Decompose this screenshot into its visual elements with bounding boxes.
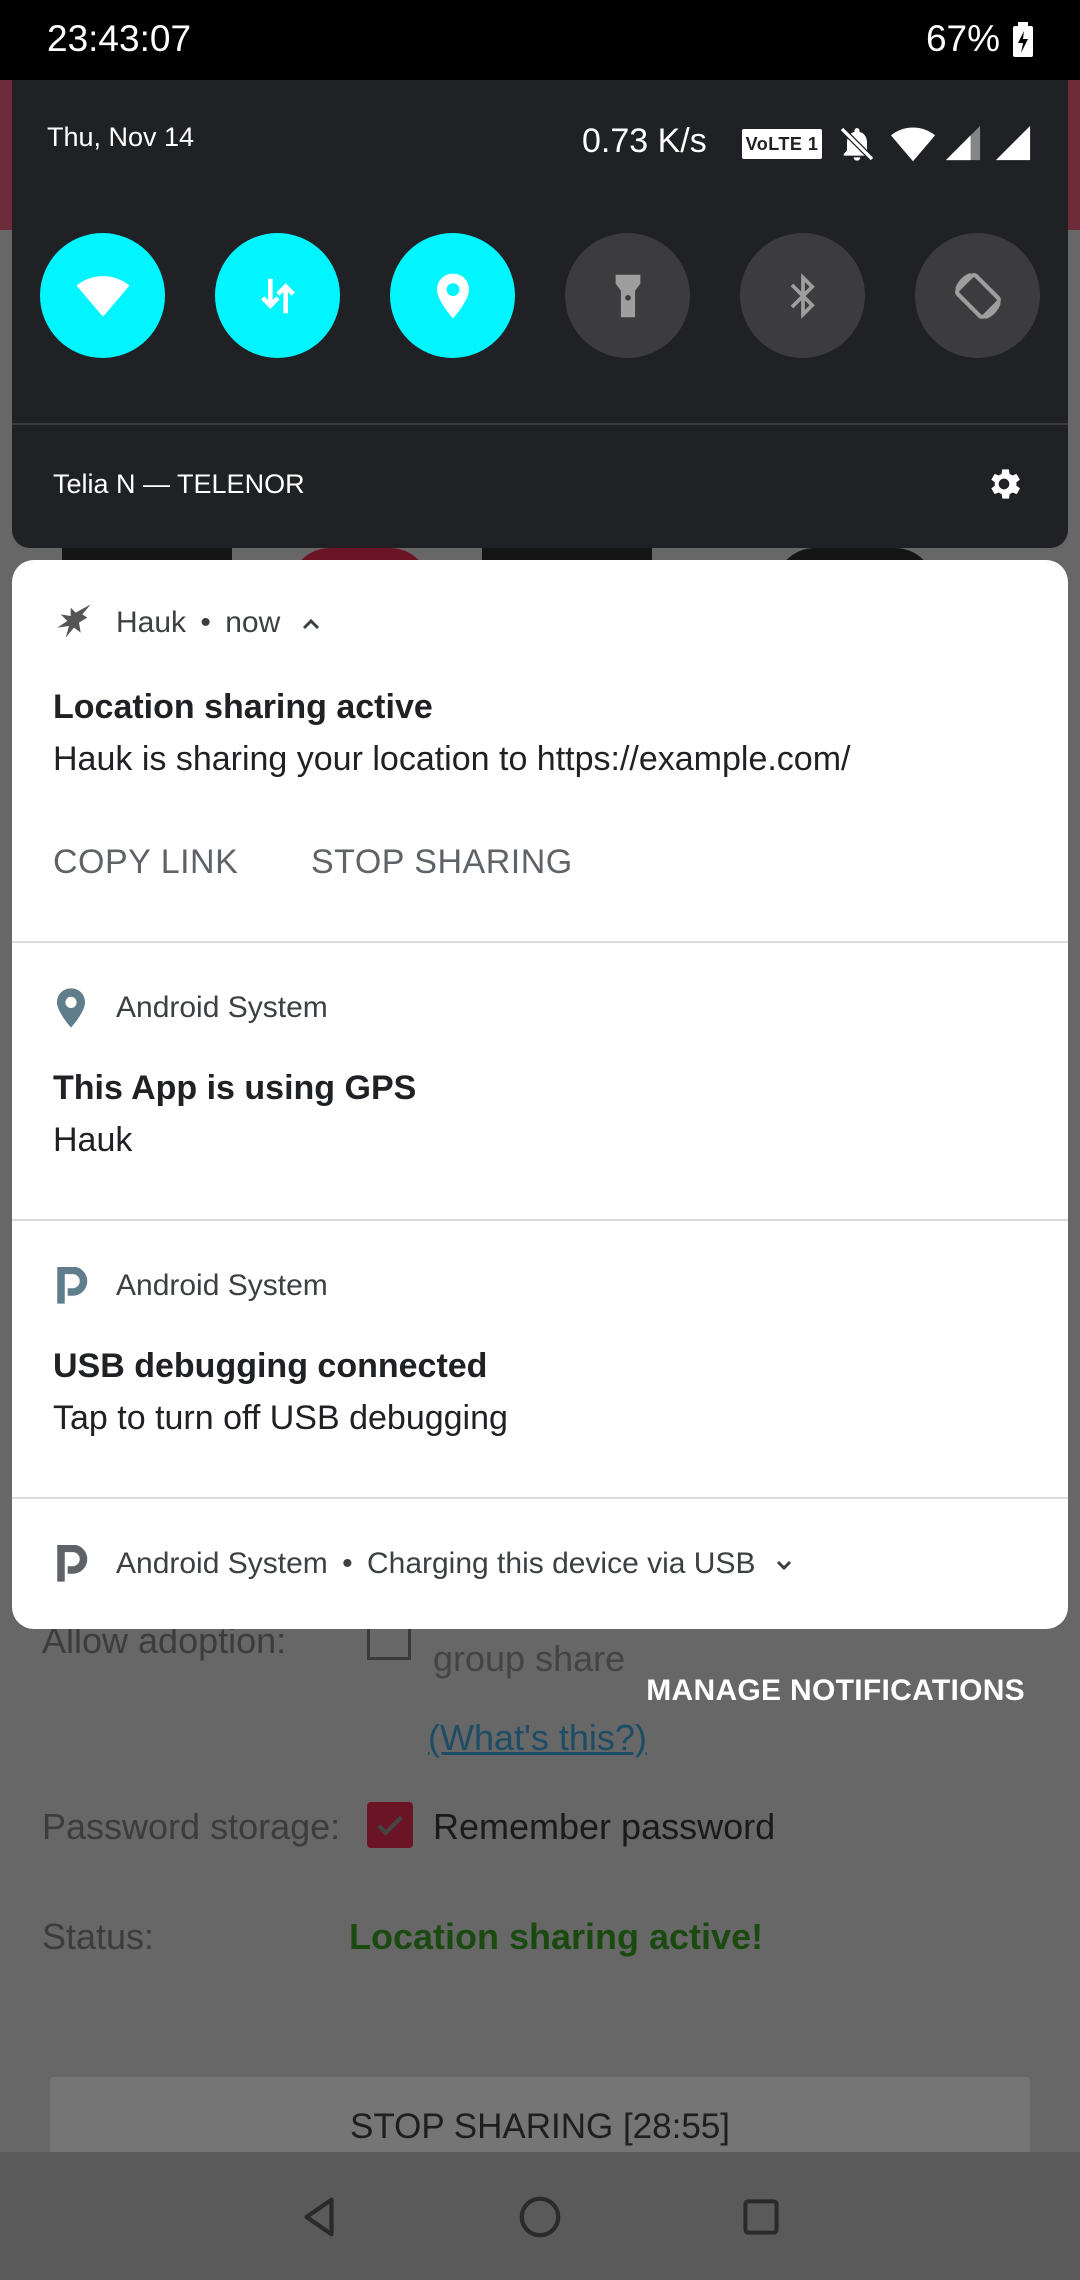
android-system-p-icon	[57, 1267, 88, 1304]
copy-link-button[interactable]: COPY LINK	[53, 843, 238, 882]
hauk-hawk-icon	[57, 604, 91, 638]
wifi-icon	[76, 275, 129, 317]
quick-settings-panel: Thu, Nov 14 0.73 K/s VoLTE 1 Telia N — T…	[12, 80, 1068, 548]
notification-usb-debugging[interactable]: Android System USB debugging connected T…	[12, 1221, 1068, 1497]
notification-text: Tap to turn off USB debugging	[53, 1399, 508, 1437]
recents-square-icon	[743, 2199, 779, 2235]
tile-flashlight[interactable]	[565, 233, 690, 358]
notification-usb-charging[interactable]: Android System • Charging this device vi…	[12, 1499, 1068, 1629]
app-name: Hauk	[116, 606, 187, 639]
clock: 23:43:07	[47, 18, 192, 59]
do-not-disturb-bell-icon	[839, 126, 875, 162]
header-separator: •	[200, 606, 211, 639]
notification-title: USB debugging connected	[53, 1347, 488, 1385]
checkmark-icon	[377, 1815, 403, 1836]
header-separator: •	[342, 1547, 353, 1580]
network-speed: 0.73 K/s	[582, 122, 707, 160]
battery-charging-icon	[1013, 22, 1033, 57]
notification-hauk[interactable]: Hauk • now Location sharing active Hauk …	[12, 560, 1068, 942]
qs-divider	[12, 423, 1068, 425]
group-share-text: group share	[433, 1638, 626, 1679]
back-button[interactable]	[285, 2182, 355, 2252]
stop-sharing-button[interactable]: STOP SHARING	[311, 843, 573, 882]
password-storage-label: Password storage:	[42, 1806, 341, 1847]
app-name: Android System	[116, 1269, 328, 1302]
notification-shade: Hauk • now Location sharing active Hauk …	[12, 560, 1068, 1629]
notification-header: Hauk • now	[116, 606, 323, 640]
back-triangle-icon	[304, 2197, 334, 2237]
status-value: Location sharing active!	[349, 1916, 764, 1957]
status-label: Status:	[42, 1916, 155, 1957]
qs-date: Thu, Nov 14	[47, 122, 195, 152]
home-circle-icon	[519, 2196, 561, 2238]
bluetooth-icon	[790, 272, 815, 319]
app-name: Android System	[116, 1547, 328, 1580]
status-bar: 23:43:07 67%	[0, 0, 1080, 80]
tile-auto-rotate[interactable]	[915, 233, 1040, 358]
remember-password-checkbox[interactable]	[367, 1802, 413, 1848]
cell-signal-sim2-icon	[995, 125, 1031, 161]
home-button[interactable]	[505, 2182, 575, 2252]
whats-this-link[interactable]: (What's this?)	[428, 1717, 647, 1759]
notification-time: now	[225, 606, 281, 639]
cell-signal-sim1-icon	[945, 125, 981, 161]
mobile-data-arrows-icon	[260, 278, 295, 313]
auto-rotate-icon	[954, 272, 1001, 319]
remember-password-label[interactable]: Remember password	[433, 1806, 775, 1848]
android-system-p-icon	[57, 1545, 88, 1582]
notification-gps[interactable]: Android System This App is using GPS Hau…	[12, 943, 1068, 1219]
tile-mobile-data[interactable]	[215, 233, 340, 358]
settings-gear-icon[interactable]	[984, 464, 1024, 504]
chevron-down-icon[interactable]	[772, 1556, 796, 1574]
notification-text: Hauk	[53, 1121, 133, 1159]
location-pin-icon	[57, 988, 85, 1028]
wifi-signal-icon	[890, 127, 936, 162]
notification-title: Location sharing active	[53, 688, 433, 726]
recents-button[interactable]	[726, 2182, 796, 2252]
tile-location[interactable]	[390, 233, 515, 358]
notification-text: Hauk is sharing your location to https:/…	[53, 740, 851, 778]
volte-badge: VoLTE 1	[742, 129, 822, 159]
location-pin-icon	[436, 273, 469, 318]
notification-title: This App is using GPS	[53, 1069, 417, 1107]
manage-notifications-button[interactable]: MANAGE NOTIFICATIONS	[646, 1674, 1025, 1708]
battery-percent: 67%	[925, 18, 1000, 59]
navigation-bar	[0, 2152, 1080, 2280]
chevron-up-icon[interactable]	[299, 615, 323, 633]
flashlight-icon	[615, 274, 640, 317]
app-name: Android System	[116, 991, 328, 1024]
tile-bluetooth[interactable]	[740, 233, 865, 358]
tile-wifi[interactable]	[40, 233, 165, 358]
carrier-name: Telia N — TELENOR	[53, 469, 305, 499]
notification-header: Android System • Charging this device vi…	[116, 1547, 796, 1581]
notification-summary: Charging this device via USB	[366, 1547, 756, 1580]
